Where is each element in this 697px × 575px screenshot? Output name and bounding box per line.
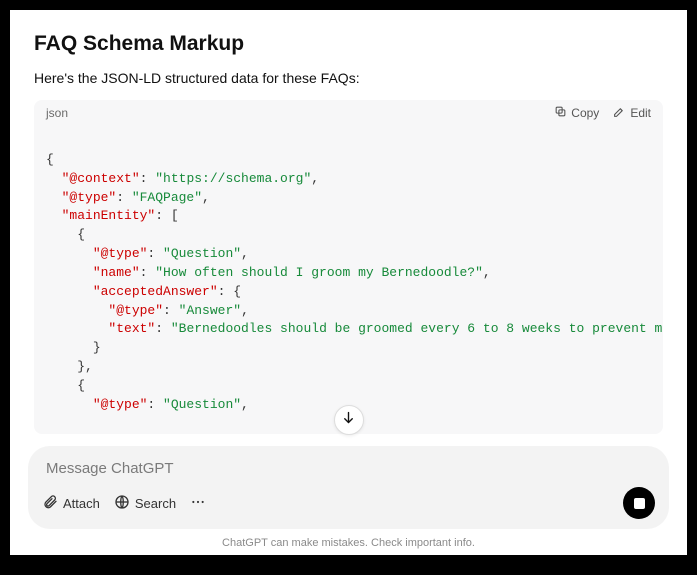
arrow-down-icon [341,410,356,430]
page-title: FAQ Schema Markup [34,32,663,56]
edit-button[interactable]: Edit [613,105,651,121]
copy-icon [554,105,567,121]
code-header: json Copy Edit [34,100,663,126]
search-label: Search [135,496,176,511]
message-composer: Message ChatGPT Attach Search [28,446,669,529]
attach-button[interactable]: Attach [42,494,100,513]
search-button[interactable]: Search [114,494,176,513]
edit-icon [613,105,626,121]
disclaimer-text: ChatGPT can make mistakes. Check importa… [10,537,687,549]
scroll-down-button[interactable] [334,405,364,435]
intro-text: Here's the JSON-LD structured data for t… [34,70,663,86]
code-language-label: json [46,106,68,120]
copy-label: Copy [571,106,599,120]
more-button[interactable] [190,494,206,513]
paperclip-icon [42,494,58,513]
copy-button[interactable]: Copy [554,105,599,121]
code-content: { "@context": "https://schema.org", "@ty… [34,126,663,434]
message-input[interactable]: Message ChatGPT [42,458,655,487]
edit-label: Edit [630,106,651,120]
stop-button[interactable] [623,487,655,519]
code-block: json Copy Edit { "@context": "https://sc… [34,100,663,434]
ellipsis-icon [190,494,206,513]
attach-label: Attach [63,496,100,511]
globe-icon [114,494,130,513]
stop-icon [634,498,645,509]
